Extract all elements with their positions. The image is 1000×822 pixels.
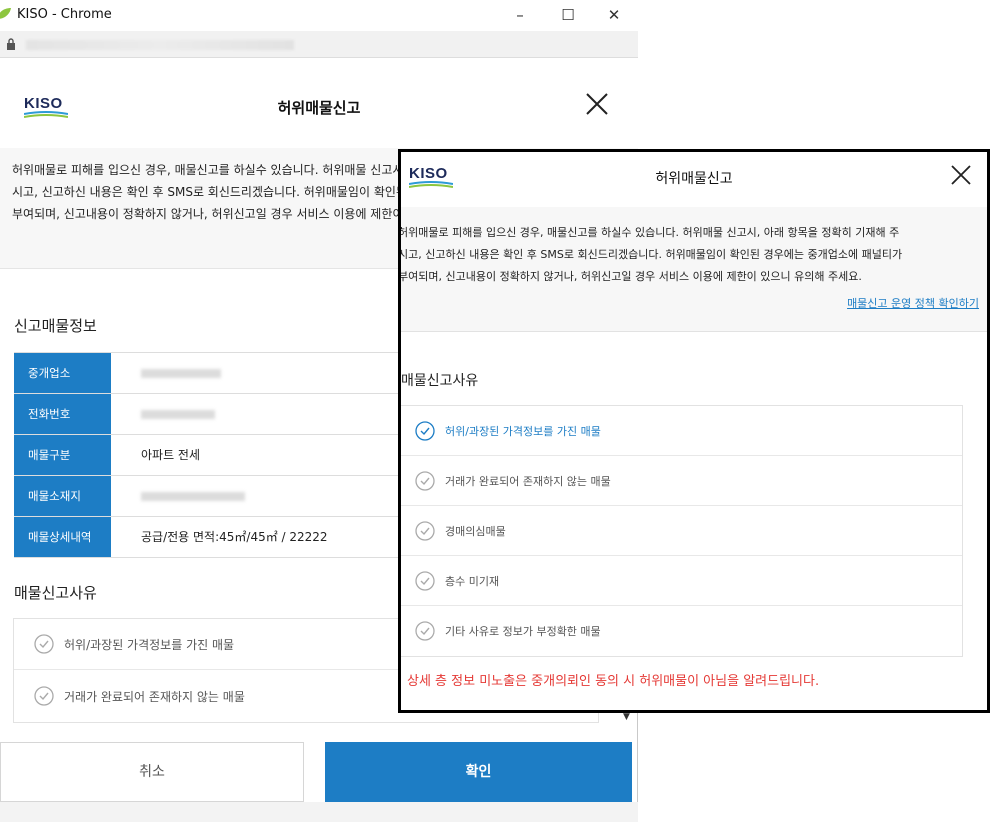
background-page-strip [0, 802, 638, 822]
info-label: 매물상세내역 [14, 517, 111, 557]
table-row: 매물소재지 [14, 476, 400, 517]
leaf-app-icon [0, 8, 11, 19]
info-table: 중개업소 전화번호 매물구분 아파트 전세 매물소재지 매물상세내역 공급/전용… [14, 352, 400, 558]
reason-label: 층수 미기재 [445, 574, 500, 588]
info-section-title: 신고매물정보 [14, 317, 97, 335]
close-window-button[interactable]: ✕ [592, 3, 636, 27]
reason-label: 허위/과장된 가격정보를 가진 매물 [445, 424, 601, 438]
window-title: KISO - Chrome [17, 7, 112, 22]
check-circle-icon [415, 470, 435, 491]
info-label: 중개업소 [14, 353, 111, 393]
table-row: 매물상세내역 공급/전용 면적:45㎡/45㎡ / 22222 [14, 517, 400, 558]
check-circle-icon [34, 686, 54, 706]
check-circle-icon [34, 634, 54, 654]
reason-label: 경매의심매물 [445, 524, 506, 538]
confirm-button[interactable]: 확인 [325, 742, 632, 802]
notice-text: 허위매물로 피해를 입으신 경우, 매물신고를 하실수 있습니다. 허위매물 신… [12, 163, 402, 221]
cancel-button[interactable]: 취소 [0, 742, 304, 802]
table-row: 중개업소 [14, 353, 400, 394]
info-value-blurred [111, 476, 400, 516]
info-value-blurred [111, 353, 400, 393]
scroll-down-arrow[interactable]: ▼ [623, 712, 630, 722]
dialog-title: 허위매물신고 [277, 99, 361, 117]
reason-label: 거래가 완료되어 존재하지 않는 매물 [64, 689, 245, 704]
info-label: 전화번호 [14, 394, 111, 434]
reason-option-selected[interactable]: 허위/과장된 가격정보를 가진 매물 [401, 406, 962, 456]
title-bar: KISO - Chrome – ☐ ✕ [0, 0, 638, 31]
info-label: 매물구분 [14, 435, 111, 475]
close-icon[interactable] [584, 91, 610, 117]
minimize-button[interactable]: – [498, 3, 542, 27]
info-value-blurred [111, 394, 400, 434]
check-circle-icon [415, 420, 435, 441]
close-icon[interactable] [950, 164, 972, 186]
address-bar[interactable] [0, 31, 638, 58]
dialog-title: 허위매물신고 [655, 171, 733, 187]
table-row: 매물구분 아파트 전세 [14, 435, 400, 476]
reason-section-title: 매물신고사유 [14, 584, 97, 602]
notice-text: 허위매물로 피해를 입으신 경우, 매물신고를 하실수 있습니다. 허위매물 신… [398, 226, 903, 283]
reason-label: 기타 사유로 정보가 부정확한 매물 [445, 625, 601, 638]
check-circle-icon [415, 621, 435, 641]
zoomed-dialog-panel: KISO 허위매물신고 허위매물로 피해를 입으신 경우, 매물신고를 하실수 … [398, 149, 990, 713]
lock-icon [7, 38, 15, 50]
info-label: 매물소재지 [14, 476, 111, 516]
check-circle-icon [415, 520, 435, 541]
url-text-blurred [26, 40, 294, 50]
reason-option[interactable]: 거래가 완료되어 존재하지 않는 매물 [401, 456, 962, 506]
reason-label: 허위/과장된 가격정보를 가진 매물 [64, 637, 235, 652]
reason-option[interactable]: 층수 미기재 [401, 556, 962, 606]
maximize-button[interactable]: ☐ [546, 3, 590, 27]
reason-label: 거래가 완료되어 존재하지 않는 매물 [445, 474, 611, 488]
check-circle-icon [415, 570, 435, 591]
reason-option[interactable]: 경매의심매물 [401, 506, 962, 556]
reason-list: 허위/과장된 가격정보를 가진 매물 거래가 완료되어 존재하지 않는 매물 경… [401, 405, 963, 657]
info-value: 아파트 전세 [141, 448, 201, 462]
table-row: 전화번호 [14, 394, 400, 435]
info-value: 공급/전용 면적:45㎡/45㎡ / 22222 [141, 530, 328, 544]
reason-option[interactable]: 기타 사유로 정보가 부정확한 매물 [401, 606, 962, 656]
reason-section-title: 매물신고사유 [401, 373, 479, 389]
policy-link[interactable]: 매물신고 운영 정책 확인하기 [847, 295, 979, 311]
warning-message: 상세 층 정보 미노출은 중개의뢰인 동의 시 허위매물이 아님을 알려드립니다… [407, 674, 820, 689]
